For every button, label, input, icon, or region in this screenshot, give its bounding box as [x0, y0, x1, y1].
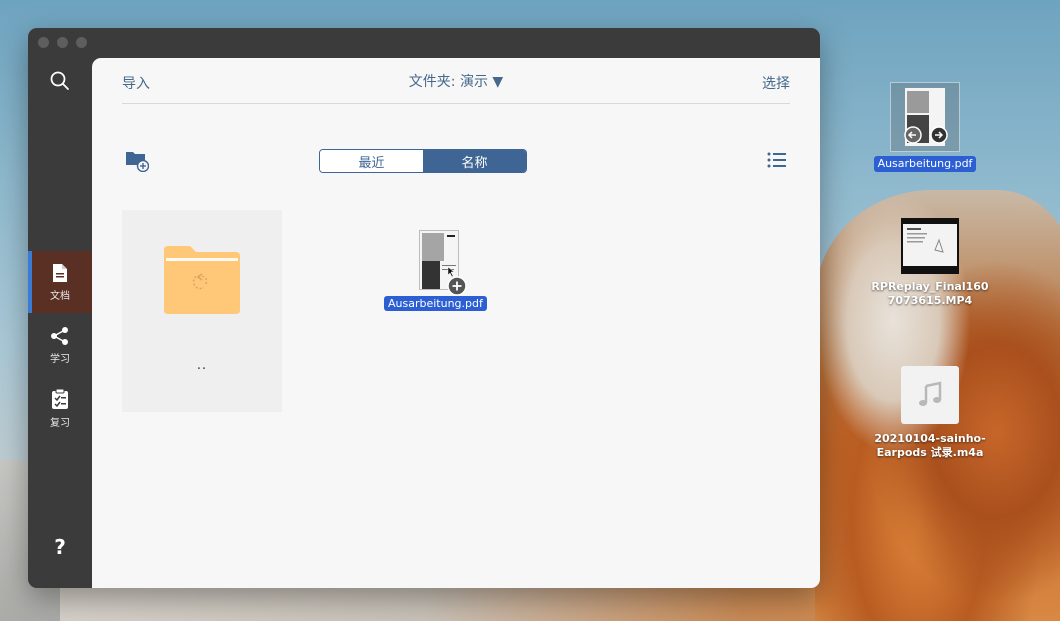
- window-controls: [38, 37, 87, 48]
- import-button[interactable]: 导入: [122, 73, 150, 93]
- help-button[interactable]: ?: [28, 535, 92, 559]
- sidebar-item-learn[interactable]: 学习: [28, 314, 92, 376]
- new-folder-icon[interactable]: [125, 148, 150, 173]
- file-item-pdf[interactable]: Ausarbeitung.pdf: [382, 228, 512, 348]
- desktop-file-label-line2: 7073615.MP4: [887, 294, 973, 307]
- pdf-thumbnail: [890, 82, 960, 152]
- sidebar-item-label: 复习: [50, 417, 70, 429]
- video-thumbnail: [901, 218, 959, 274]
- folder-dropdown[interactable]: 文件夹: 演示 ▼: [409, 71, 503, 91]
- sidebar-item-documents[interactable]: 文档: [28, 251, 92, 313]
- more-options-button[interactable]: ...: [28, 578, 92, 588]
- app-window: 文档 学习 复习 ? ...: [28, 28, 820, 588]
- documents-panel: 导入 文件夹: 演示 ▼ 选择 最近 名称 .. Ausarbeitung.pd…: [92, 58, 820, 588]
- toolbar: 导入 文件夹: 演示 ▼ 选择: [122, 58, 790, 104]
- sort-name-tab[interactable]: 名称: [423, 150, 526, 172]
- desktop-file-label-line2: Earpods 试录.m4a: [876, 446, 984, 459]
- minimize-window-button[interactable]: [57, 37, 68, 48]
- desktop-file-label-line1: RPReplay_Final160: [871, 280, 989, 293]
- zoom-window-button[interactable]: [76, 37, 87, 48]
- close-window-button[interactable]: [38, 37, 49, 48]
- share-nodes-icon: [51, 326, 68, 345]
- desktop-file-m4a[interactable]: 20210104-sainho- Earpods 试录.m4a: [855, 366, 1005, 460]
- search-icon[interactable]: [49, 70, 71, 92]
- sidebar-item-label: 文档: [50, 290, 70, 302]
- clipboard-check-icon: [52, 388, 68, 409]
- audio-file-icon: [901, 366, 959, 424]
- sort-recent-tab[interactable]: 最近: [320, 150, 423, 172]
- desktop-file-mp4[interactable]: RPReplay_Final160 7073615.MP4: [860, 218, 1000, 308]
- sort-segmented-control: 最近 名称: [319, 149, 527, 173]
- desktop-file-pdf[interactable]: Ausarbeitung.pdf: [860, 82, 990, 172]
- folder-back-icon: [162, 244, 242, 320]
- sidebar-item-review[interactable]: 复习: [28, 377, 92, 439]
- add-icon: [447, 276, 467, 296]
- file-name-label: Ausarbeitung.pdf: [384, 296, 487, 311]
- select-button[interactable]: 选择: [762, 73, 790, 93]
- list-view-icon[interactable]: [767, 151, 787, 169]
- sidebar: 文档 学习 复习 ? ...: [28, 58, 92, 588]
- desktop-file-label-line1: 20210104-sainho-: [874, 432, 986, 445]
- parent-folder-label: ..: [196, 358, 208, 373]
- document-icon: [53, 263, 67, 282]
- parent-folder-tile[interactable]: ..: [122, 210, 282, 412]
- sidebar-item-label: 学习: [50, 353, 70, 365]
- desktop-file-label: Ausarbeitung.pdf: [873, 156, 977, 172]
